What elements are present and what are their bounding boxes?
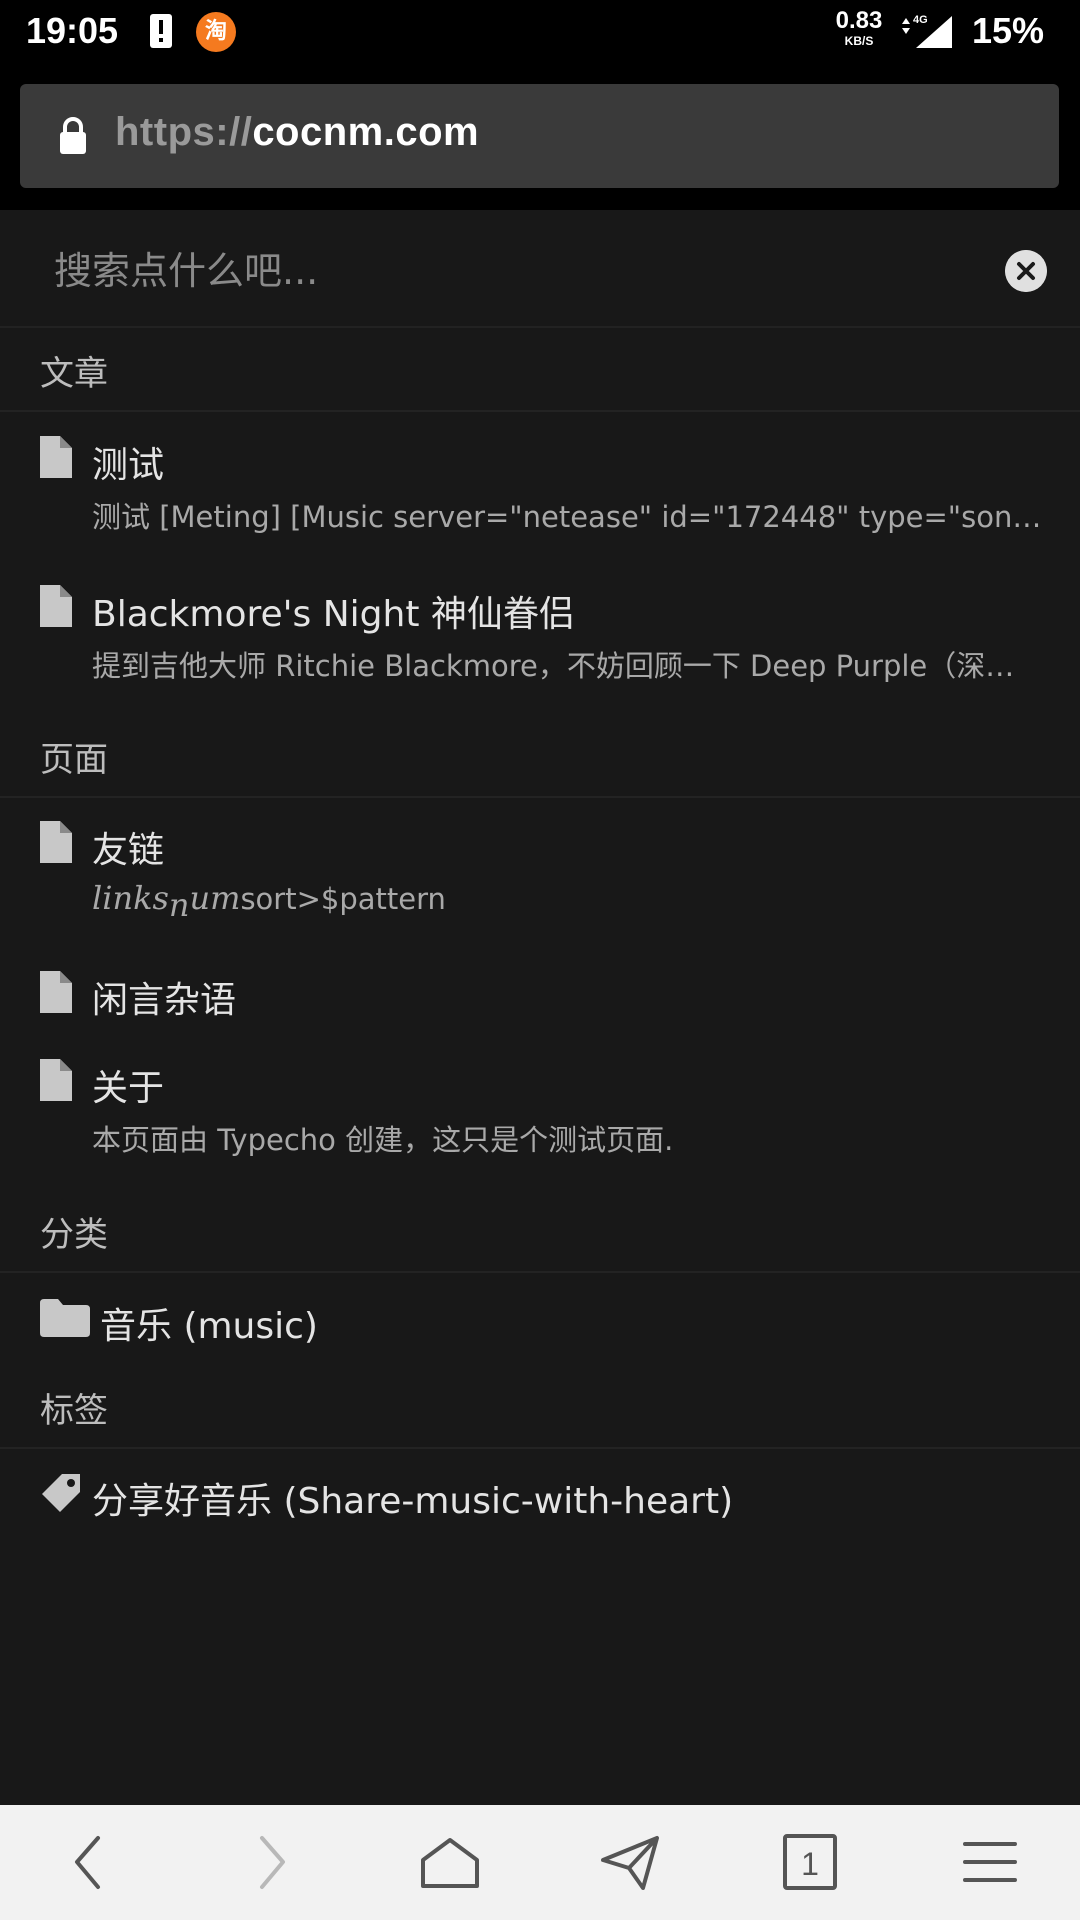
network-speed: 0.83 KB/S (830, 7, 888, 48)
result-item[interactable]: 闲言杂语 (0, 971, 1080, 1031)
excerpt-math-a: links (92, 879, 169, 917)
section-title: 文章 (40, 354, 108, 394)
file-icon (40, 971, 72, 1013)
excerpt-rest: sort>$pattern (240, 882, 446, 916)
network-speed-unit: KB/S (844, 34, 874, 48)
excerpt-math-sub: n (168, 885, 190, 924)
alert-icon (150, 14, 172, 48)
send-icon (601, 1836, 659, 1890)
result-item[interactable]: 友链 linksnumsort>$pattern (0, 821, 1080, 931)
result-excerpt: 测试 [Meting] [Music server="netease" id="… (92, 500, 1042, 534)
section-title: 页面 (40, 740, 108, 780)
browser-toolbar: https://cocnm.com (0, 64, 1080, 210)
result-item[interactable]: 音乐 (music) (0, 1297, 1080, 1347)
tag-icon (42, 1474, 80, 1512)
tab-count: 1 (801, 1846, 819, 1882)
result-item[interactable]: 测试 测试 [Meting] [Music server="netease" i… (0, 436, 1080, 546)
section-title: 分类 (40, 1215, 108, 1255)
result-title: 关于 (92, 1068, 165, 1109)
result-excerpt: 本页面由 Typecho 创建，这只是个测试页面. (92, 1123, 674, 1157)
folder-icon (40, 1299, 90, 1337)
share-button[interactable] (595, 1830, 665, 1895)
lock-icon (60, 117, 86, 154)
status-time: 19:05 (26, 10, 119, 51)
excerpt-math-b: um (189, 879, 241, 917)
section-title: 标签 (40, 1391, 108, 1431)
network-type-label: 4G (913, 14, 928, 26)
result-excerpt: 提到吉他大师 Ritchie Blackmore，不妨回顾一下 Deep Pur… (92, 649, 1042, 683)
forward-arrow-icon (260, 1836, 285, 1889)
result-item[interactable]: 关于 本页面由 Typecho 创建，这只是个测试页面. (0, 1059, 1080, 1169)
status-bar: 19:05 淘 0.83 KB/S 4G 15% (0, 0, 1080, 64)
result-title: 音乐 (music) (100, 1306, 318, 1347)
signal-icon: 4G (902, 14, 952, 48)
home-icon (421, 1838, 479, 1888)
network-speed-value: 0.83 (835, 7, 883, 34)
search-bar (0, 210, 1080, 328)
file-icon (40, 585, 72, 627)
result-title: 闲言杂语 (92, 980, 237, 1021)
section-header-categories: 分类 (0, 1187, 1080, 1273)
result-title: 友链 (92, 830, 165, 871)
file-icon (40, 436, 72, 478)
result-item[interactable]: 分享好音乐 (Share-music-with-heart) (0, 1472, 1080, 1522)
result-item[interactable]: Blackmore's Night 神仙眷侣 提到吉他大师 Ritchie Bl… (0, 585, 1080, 695)
search-input[interactable] (52, 240, 956, 302)
home-button[interactable] (415, 1830, 485, 1895)
result-excerpt: linksnumsort>$pattern (92, 879, 1042, 924)
battery-level: 15% (972, 10, 1045, 51)
menu-button[interactable] (955, 1830, 1025, 1895)
result-title: 分享好音乐 (Share-music-with-heart) (92, 1481, 734, 1522)
result-title: 测试 (92, 445, 165, 486)
url-scheme: https:// (115, 110, 253, 154)
clear-search-button[interactable] (1005, 250, 1047, 292)
back-arrow-icon (75, 1836, 100, 1889)
back-button[interactable] (55, 1830, 125, 1895)
url-text: https://cocnm.com (115, 110, 479, 155)
tabs-button[interactable]: 1 (775, 1830, 845, 1895)
result-title: Blackmore's Night 神仙眷侣 (92, 594, 575, 635)
taobao-app-icon: 淘 (196, 12, 236, 52)
forward-button[interactable] (235, 1830, 305, 1895)
file-icon (40, 821, 72, 863)
address-bar[interactable]: https://cocnm.com (20, 84, 1059, 188)
hamburger-menu-icon (963, 1842, 1017, 1882)
section-header-tags: 标签 (0, 1363, 1080, 1449)
file-icon (40, 1059, 72, 1101)
section-header-articles: 文章 (0, 326, 1080, 412)
url-host: cocnm.com (252, 110, 480, 154)
browser-bottom-nav: 1 (0, 1805, 1080, 1920)
tabs-icon: 1 (783, 1834, 837, 1890)
section-header-pages: 页面 (0, 712, 1080, 798)
